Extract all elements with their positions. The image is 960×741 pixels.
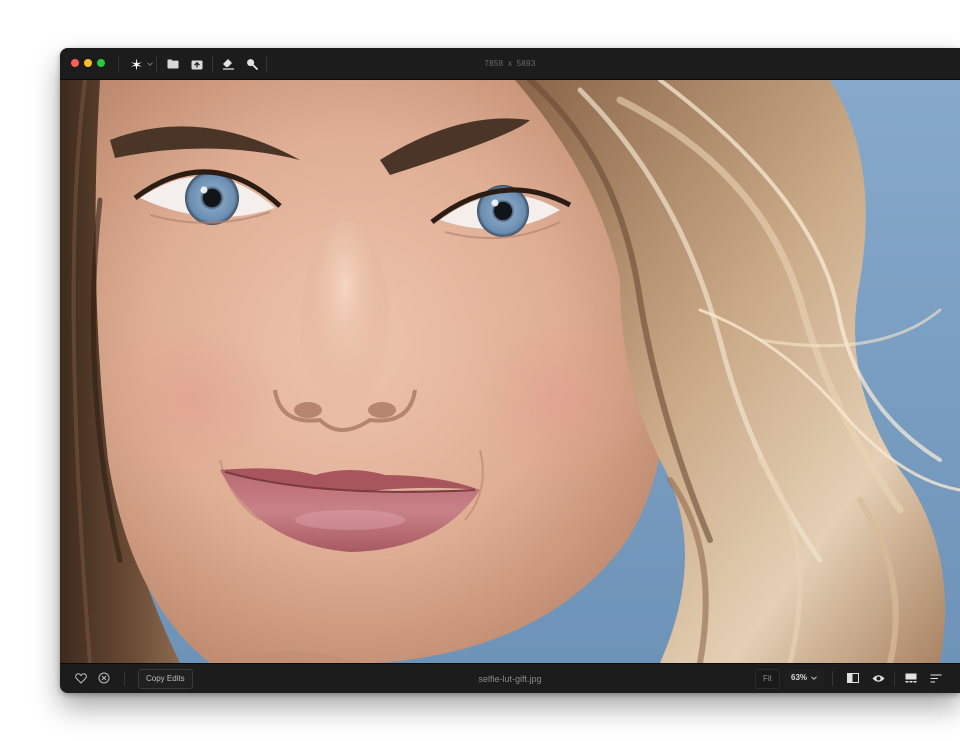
folder-icon[interactable] [163, 54, 183, 74]
zoom-value: 63% [791, 673, 808, 682]
toolbar-divider [266, 56, 267, 72]
portrait-photo [60, 80, 960, 663]
eraser-icon[interactable] [218, 54, 238, 74]
reject-circle-x-icon[interactable] [97, 671, 111, 685]
file-tools [163, 48, 207, 80]
toolbar-divider [118, 56, 119, 72]
photo-import-icon[interactable] [187, 54, 207, 74]
minimize-window-button[interactable] [84, 59, 92, 67]
magnifier-icon[interactable] [242, 54, 262, 74]
footer-divider [832, 671, 833, 686]
bottom-bar: Copy Edits selfie-lut-gift.jpg Fit 63% [60, 663, 960, 693]
sort-lines-icon[interactable] [929, 671, 943, 685]
copy-edits-button[interactable]: Copy Edits [138, 669, 193, 689]
image-dimensions: 7858 x 5893 [484, 59, 536, 68]
footer-divider [894, 671, 895, 686]
chevron-down-icon[interactable] [146, 62, 154, 66]
heart-icon[interactable] [74, 671, 88, 685]
maximize-window-button[interactable] [97, 59, 105, 67]
sparkle-icon[interactable] [126, 54, 146, 74]
top-toolbar: 7858 x 5893 [60, 48, 960, 80]
filmstrip-icon[interactable] [904, 671, 918, 685]
edit-tools [218, 48, 262, 80]
file-name: selfie-lut-gift.jpg [478, 674, 542, 684]
compare-split-icon[interactable] [846, 671, 860, 685]
enhance-tool[interactable] [126, 48, 154, 80]
window-controls [71, 59, 105, 67]
chevron-down-icon [811, 669, 817, 687]
toolbar-divider [212, 56, 213, 72]
close-window-button[interactable] [71, 59, 79, 67]
fit-button[interactable]: Fit [755, 669, 780, 689]
photo-canvas[interactable] [60, 80, 960, 663]
footer-divider [124, 671, 125, 686]
zoom-select[interactable]: 63% [784, 669, 825, 687]
file-name-container: selfie-lut-gift.jpg [60, 664, 960, 693]
toolbar-divider [156, 56, 157, 72]
app-window: 7858 x 5893 Copy Edits selfie-lut-gift.j… [60, 48, 960, 693]
eye-icon[interactable] [871, 671, 885, 685]
